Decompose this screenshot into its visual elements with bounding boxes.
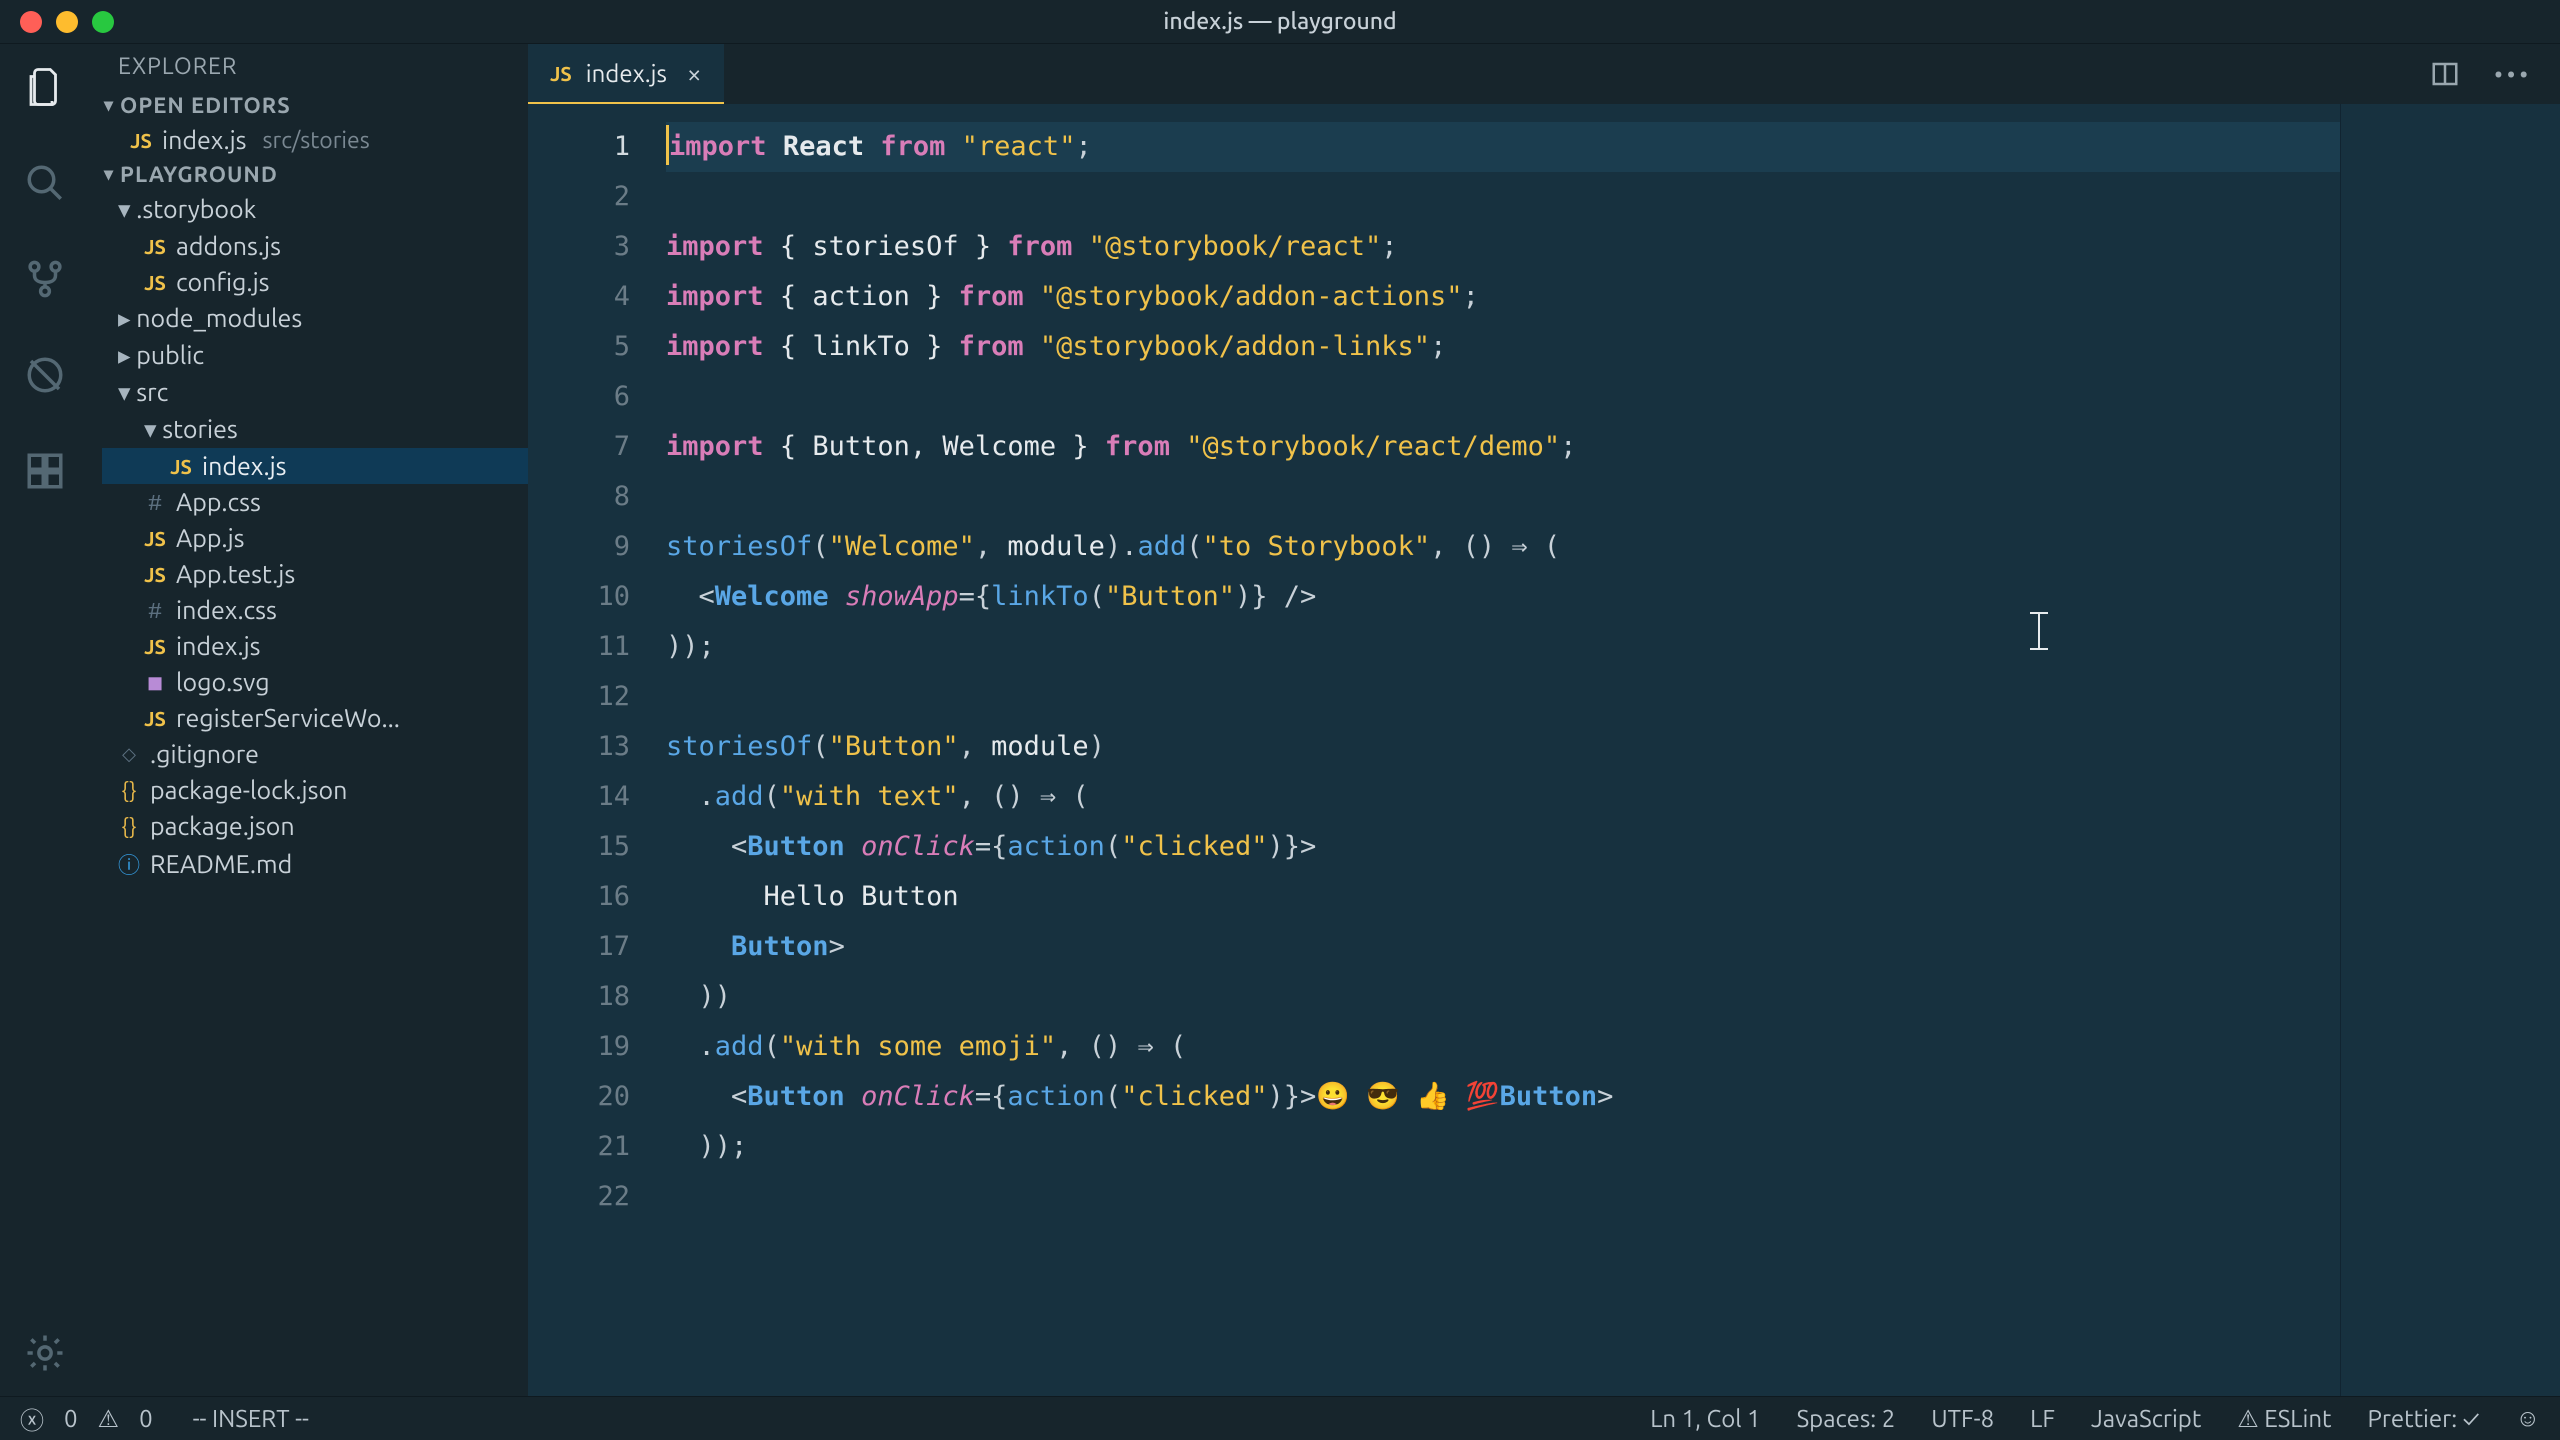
file-App.test.js[interactable]: JS App.test.js bbox=[102, 556, 528, 592]
open-editor-item[interactable]: JS index.js src/stories bbox=[90, 122, 528, 158]
file-index.js[interactable]: JS index.js bbox=[102, 628, 528, 664]
editor-area: JS index.js × ••• 1234567891011121314151… bbox=[528, 44, 2560, 1396]
close-tab-icon[interactable]: × bbox=[687, 59, 702, 88]
indentation[interactable]: Spaces: 2 bbox=[1797, 1405, 1896, 1432]
file-label: index.js bbox=[176, 632, 261, 660]
js-file-icon: JS bbox=[144, 527, 166, 550]
line-gutter: 12345678910111213141516171819202122 bbox=[528, 104, 658, 1396]
file-index.js[interactable]: JS index.js bbox=[102, 448, 528, 484]
file-addons.js[interactable]: JS addons.js bbox=[102, 228, 528, 264]
prettier-status[interactable]: Prettier: ✓ bbox=[2368, 1405, 2480, 1432]
js-file-icon: JS bbox=[144, 707, 166, 730]
code-editor[interactable]: import React from "react"; import { stor… bbox=[658, 104, 2340, 1396]
file-config.js[interactable]: JS config.js bbox=[102, 264, 528, 300]
file-label: README.md bbox=[150, 850, 292, 878]
warning-icon[interactable]: ⚠ bbox=[98, 1405, 120, 1433]
file-package-lock.json[interactable]: {} package-lock.json bbox=[102, 772, 528, 808]
file-label: index.js bbox=[202, 452, 287, 480]
explorer-sidebar: EXPLORER OPEN EDITORS JS index.js src/st… bbox=[90, 44, 528, 1396]
folder-.storybook[interactable]: .storybook bbox=[102, 191, 528, 228]
debug-icon[interactable] bbox=[22, 352, 68, 398]
more-actions-icon[interactable]: ••• bbox=[2494, 61, 2532, 88]
hash-file-icon: # bbox=[144, 598, 166, 623]
file-label: config.js bbox=[176, 268, 270, 296]
search-icon[interactable] bbox=[22, 160, 68, 206]
minimap[interactable] bbox=[2340, 104, 2560, 1396]
extensions-icon[interactable] bbox=[22, 448, 68, 494]
file-label: App.css bbox=[176, 488, 261, 516]
file-label: App.js bbox=[176, 524, 245, 552]
brace-file-icon: {} bbox=[118, 814, 140, 839]
file-label: .gitignore bbox=[150, 740, 259, 768]
status-bar: ⓧ 0 ⚠ 0 -- INSERT -- Ln 1, Col 1 Spaces:… bbox=[0, 1396, 2560, 1440]
open-editor-filename: index.js bbox=[162, 126, 247, 154]
feedback-icon[interactable]: ☺ bbox=[2515, 1404, 2540, 1433]
open-editors-header[interactable]: OPEN EDITORS bbox=[90, 89, 528, 122]
eslint-status[interactable]: ⚠ ESLint bbox=[2237, 1405, 2331, 1433]
js-file-icon: JS bbox=[144, 563, 166, 586]
source-control-icon[interactable] bbox=[22, 256, 68, 302]
sidebar-header: EXPLORER bbox=[90, 44, 528, 89]
file-label: index.css bbox=[176, 596, 277, 624]
file-label: package.json bbox=[150, 812, 295, 840]
tab-index-js[interactable]: JS index.js × bbox=[528, 44, 724, 104]
js-file-icon: JS bbox=[130, 129, 152, 152]
folder-public[interactable]: public bbox=[102, 337, 528, 374]
folder-node_modules[interactable]: node_modules bbox=[102, 300, 528, 337]
file-label: addons.js bbox=[176, 232, 281, 260]
js-file-icon: JS bbox=[170, 455, 192, 478]
explorer-icon[interactable] bbox=[22, 64, 68, 110]
js-file-icon: JS bbox=[550, 62, 572, 85]
js-file-icon: JS bbox=[144, 271, 166, 294]
cursor-position[interactable]: Ln 1, Col 1 bbox=[1650, 1405, 1760, 1432]
activity-bar bbox=[0, 44, 90, 1396]
warning-count[interactable]: 0 bbox=[139, 1405, 153, 1432]
settings-gear-icon[interactable] bbox=[22, 1330, 68, 1376]
js-file-icon: JS bbox=[144, 635, 166, 658]
split-editor-icon[interactable] bbox=[2430, 59, 2460, 89]
project-header[interactable]: PLAYGROUND bbox=[90, 158, 528, 191]
error-icon[interactable]: ⓧ bbox=[20, 1401, 44, 1436]
tab-label: index.js bbox=[586, 60, 667, 87]
info-file-icon: ⓘ bbox=[118, 848, 140, 880]
zoom-window-icon[interactable] bbox=[92, 11, 114, 33]
file-tree: .storybook JS addons.js JS config.js node_mod… bbox=[90, 191, 528, 884]
encoding[interactable]: UTF-8 bbox=[1931, 1405, 1994, 1432]
tabs-bar: JS index.js × ••• bbox=[528, 44, 2560, 104]
window-controls bbox=[0, 11, 114, 33]
file-label: registerServiceWo... bbox=[176, 704, 400, 732]
file-label: package-lock.json bbox=[150, 776, 347, 804]
eol[interactable]: LF bbox=[2030, 1405, 2055, 1432]
diamond-file-icon: ◇ bbox=[118, 744, 140, 765]
img-file-icon: ◼ bbox=[144, 670, 166, 694]
file-registerServiceWo...[interactable]: JS registerServiceWo... bbox=[102, 700, 528, 736]
js-file-icon: JS bbox=[144, 235, 166, 258]
file-logo.svg[interactable]: ◼ logo.svg bbox=[102, 664, 528, 700]
open-editor-path: src/stories bbox=[263, 128, 370, 153]
hash-file-icon: # bbox=[144, 490, 166, 515]
file-App.js[interactable]: JS App.js bbox=[102, 520, 528, 556]
text-cursor-icon bbox=[2038, 612, 2040, 650]
file-index.css[interactable]: # index.css bbox=[102, 592, 528, 628]
file-App.css[interactable]: # App.css bbox=[102, 484, 528, 520]
minimize-window-icon[interactable] bbox=[56, 11, 78, 33]
folder-stories[interactable]: stories bbox=[102, 411, 528, 448]
window-title: index.js — playground bbox=[1163, 9, 1396, 34]
file-label: App.test.js bbox=[176, 560, 295, 588]
file-.gitignore[interactable]: ◇ .gitignore bbox=[102, 736, 528, 772]
file-label: logo.svg bbox=[176, 668, 270, 696]
brace-file-icon: {} bbox=[118, 778, 140, 803]
folder-src[interactable]: src bbox=[102, 374, 528, 411]
file-README.md[interactable]: ⓘ README.md bbox=[102, 844, 528, 884]
file-package.json[interactable]: {} package.json bbox=[102, 808, 528, 844]
language-mode[interactable]: JavaScript bbox=[2091, 1405, 2201, 1432]
error-count[interactable]: 0 bbox=[64, 1405, 78, 1432]
vim-mode: -- INSERT -- bbox=[193, 1405, 309, 1432]
close-window-icon[interactable] bbox=[20, 11, 42, 33]
title-bar: index.js — playground bbox=[0, 0, 2560, 44]
